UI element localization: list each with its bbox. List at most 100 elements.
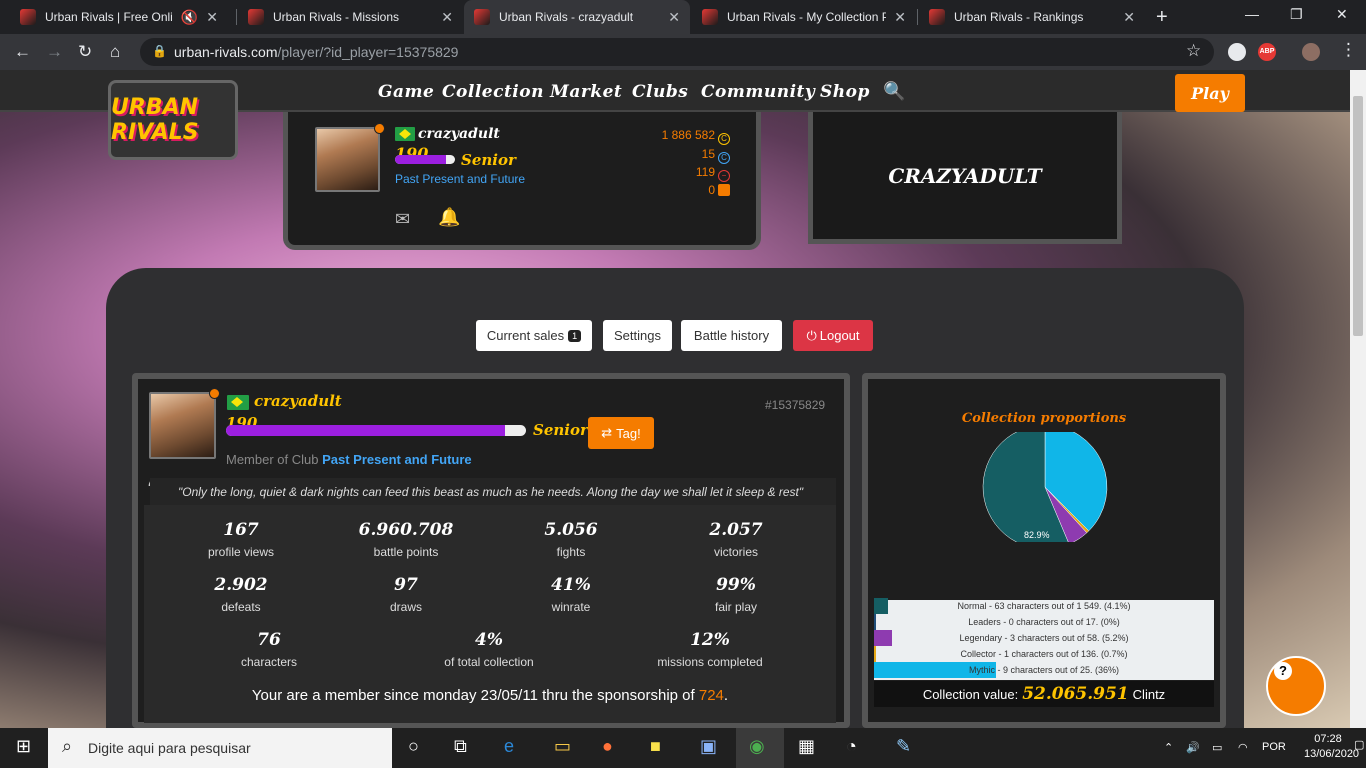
nav-game[interactable]: Game xyxy=(378,82,434,102)
forward-icon[interactable]: → xyxy=(46,42,63,62)
stat-value: 5.056 xyxy=(544,520,598,540)
paint-icon[interactable]: ✎ xyxy=(896,736,911,757)
windows-start-icon[interactable]: ⊞ xyxy=(16,736,31,757)
battery-icon[interactable]: ▭ xyxy=(1212,741,1222,754)
nav-community[interactable]: Community xyxy=(701,82,815,102)
calculator-icon[interactable]: ▦ xyxy=(798,736,815,757)
sponsor-link[interactable]: 724 xyxy=(699,687,724,704)
stat-value: 6.960.708 xyxy=(358,520,454,540)
firefox-icon[interactable]: ● xyxy=(602,736,613,757)
taskbar-search[interactable]: Digite aqui para pesquisar xyxy=(48,728,392,768)
reload-icon[interactable]: ↻ xyxy=(78,42,92,62)
search-icon[interactable]: 🔍 xyxy=(883,81,905,102)
tab-my-collection[interactable]: Urban Rivals - My Collection P ✕ xyxy=(692,0,916,34)
urban-rivals-favicon xyxy=(929,9,945,25)
close-icon[interactable]: ✕ xyxy=(206,9,218,26)
notification-bell-icon[interactable]: 🔔 xyxy=(438,207,460,228)
profile-level-progress-fill xyxy=(226,425,505,436)
avatar[interactable] xyxy=(315,127,380,192)
club-link[interactable]: Past Present and Future xyxy=(395,172,525,186)
clintz-icon: C xyxy=(718,133,730,145)
profile-avatar xyxy=(149,392,216,459)
stat-label: winrate xyxy=(551,600,591,614)
stat-label: battle points xyxy=(373,545,439,559)
clock-app-icon[interactable]: ◔ xyxy=(846,736,857,757)
extension-icon[interactable] xyxy=(1228,43,1246,61)
minimize-icon[interactable]: — xyxy=(1245,6,1259,22)
home-icon[interactable]: ⌂ xyxy=(110,42,120,62)
mute-icon[interactable]: 🔇 xyxy=(181,9,198,26)
lock-icon[interactable]: 🔒 xyxy=(152,44,167,58)
notification-icon[interactable]: ▢ xyxy=(1354,738,1364,751)
current-sales-button[interactable]: Current sales 1 xyxy=(476,320,592,351)
url-text[interactable]: urban-rivals.com/player/?id_player=15375… xyxy=(174,44,458,60)
menu-icon[interactable]: ⋮ xyxy=(1340,40,1357,60)
site-logo[interactable]: URBAN RIVALS xyxy=(108,80,238,160)
volume-icon[interactable]: 🔊 xyxy=(1186,741,1200,754)
edge-icon[interactable]: e xyxy=(504,736,514,757)
stat-label: of total collection xyxy=(444,655,534,669)
legend-row: Leaders - 0 characters out of 17. (0%) xyxy=(874,614,1214,630)
third-currency-amount: 119− xyxy=(620,165,730,182)
tab-missions[interactable]: Urban Rivals - Missions ✕ xyxy=(238,0,463,34)
club-link[interactable]: Past Present and Future xyxy=(322,452,472,467)
profile-username: crazyadult xyxy=(254,392,342,410)
logout-button[interactable]: ⏻ Logout xyxy=(793,320,873,351)
username[interactable]: crazyadult xyxy=(418,126,500,142)
taskbar-clock[interactable]: 07:28 13/06/2020 xyxy=(1304,732,1359,762)
scrollbar-thumb[interactable] xyxy=(1353,96,1363,336)
collection-pie-chart: 82.9% xyxy=(982,432,1108,542)
nav-collection[interactable]: Collection xyxy=(442,82,544,102)
legend-row: Mythic - 9 characters out of 25. (36%) xyxy=(874,662,1214,678)
legend-row: Normal - 63 characters out of 1 549. (4.… xyxy=(874,598,1214,614)
online-status-dot xyxy=(374,123,385,134)
tab-urban-rivals-home[interactable]: Urban Rivals | Free Online 🔇 ✕ xyxy=(10,0,228,34)
wifi-icon[interactable]: ◠ xyxy=(1238,741,1248,754)
stat-label: defeats xyxy=(221,600,261,614)
play-button[interactable]: Play xyxy=(1175,74,1245,112)
profile-avatar-icon[interactable] xyxy=(1302,43,1320,61)
tab-crazyadult[interactable]: Urban Rivals - crazyadult ✕ xyxy=(464,0,690,34)
member-since: Your are a member since monday 23/05/11 … xyxy=(251,687,729,704)
chrome-icon[interactable]: ◉ xyxy=(749,736,765,757)
stat-label: missions completed xyxy=(657,655,763,669)
collection-value: Collection value: 52.065.951 Clintz xyxy=(874,681,1214,707)
profile-rank: Senior xyxy=(533,421,588,439)
language-indicator[interactable]: POR xyxy=(1262,741,1286,753)
close-icon[interactable]: ✕ xyxy=(668,9,680,26)
level-progress-bar xyxy=(395,155,455,164)
close-icon[interactable]: ✕ xyxy=(1123,9,1135,26)
tab-rankings[interactable]: Urban Rivals - Rankings ✕ xyxy=(919,0,1145,34)
help-mascot-button[interactable]: ? xyxy=(1266,656,1326,716)
settings-button[interactable]: Settings xyxy=(603,320,672,351)
urban-rivals-favicon xyxy=(702,9,718,25)
nav-shop[interactable]: Shop xyxy=(820,82,870,102)
cortana-icon[interactable]: ○ xyxy=(408,736,419,757)
stat-label: characters xyxy=(240,655,298,669)
nav-clubs[interactable]: Clubs xyxy=(632,82,688,102)
ticket-icon: − xyxy=(718,170,730,182)
tag-button[interactable]: ⇄ Tag! xyxy=(588,417,654,449)
restore-icon[interactable]: ❐ xyxy=(1290,6,1303,23)
window-close-icon[interactable]: ✕ xyxy=(1336,6,1348,23)
mail-icon[interactable]: ✉ xyxy=(395,209,410,230)
new-tab-icon[interactable]: + xyxy=(1156,6,1168,29)
tray-chevron-icon[interactable]: ⌃ xyxy=(1164,741,1173,754)
nav-market[interactable]: Market xyxy=(550,82,622,102)
rank-label: Senior xyxy=(461,151,516,169)
app-icon[interactable]: ▣ xyxy=(700,736,717,757)
sales-count-badge: 1 xyxy=(568,329,582,342)
legend-label: Leaders - 0 characters out of 17. (0%) xyxy=(968,617,1120,627)
close-icon[interactable]: ✕ xyxy=(441,9,453,26)
task-view-icon[interactable]: ⧉ xyxy=(454,736,467,757)
sticky-notes-icon[interactable]: ■ xyxy=(650,736,661,757)
battle-history-button[interactable]: Battle history xyxy=(681,320,782,351)
close-icon[interactable]: ✕ xyxy=(894,9,906,26)
adblock-icon[interactable]: ABP xyxy=(1258,43,1276,61)
file-explorer-icon[interactable]: ▭ xyxy=(554,736,571,757)
stat-label: fair play xyxy=(714,600,758,614)
brazil-flag-icon xyxy=(395,127,415,141)
bookmark-star-icon[interactable]: ☆ xyxy=(1186,41,1201,61)
pie-label: 82.9% xyxy=(1024,530,1050,540)
back-icon[interactable]: ← xyxy=(14,42,31,62)
